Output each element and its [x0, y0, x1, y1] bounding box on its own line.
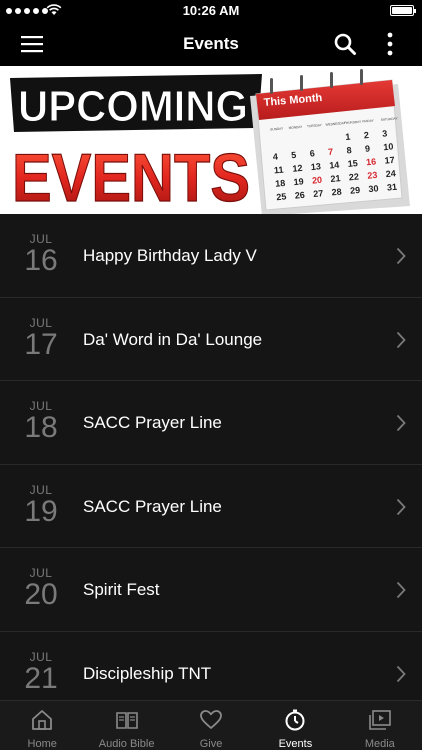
calendar-day: 14 — [329, 160, 340, 171]
event-title: SACC Prayer Line — [83, 413, 222, 432]
event-day: 18 — [24, 411, 58, 444]
chevron-right-icon — [396, 498, 406, 515]
media-icon — [369, 710, 391, 730]
calendar-day: 2 — [363, 130, 369, 140]
events-list: JUL 16 Happy Birthday Lady V JUL 17 Da' … — [0, 214, 422, 700]
calendar-day: 21 — [330, 173, 341, 184]
tab-home[interactable]: Home — [0, 701, 84, 750]
calendar-day: 20 — [312, 175, 323, 186]
calendar-day: 1 — [345, 132, 351, 142]
calendar-day: 6 — [309, 148, 315, 158]
book-icon — [115, 712, 138, 729]
tab-label: Home — [27, 738, 57, 750]
calendar-day: 28 — [331, 187, 342, 198]
calendar-day: 22 — [348, 172, 359, 183]
tab-media[interactable]: Media — [338, 701, 422, 750]
event-day: 19 — [24, 494, 58, 528]
event-title: Happy Birthday Lady V — [83, 246, 257, 265]
chevron-right-icon — [396, 581, 406, 599]
upcoming-events-banner: UPCOMING This Month SUNDAY MONDAY TUESDAY W… — [0, 66, 422, 214]
banner-line2: EVENTS — [12, 140, 250, 214]
banner-line1: UPCOMING — [18, 82, 248, 131]
calendar-day: 17 — [384, 155, 395, 166]
tab-audio-bible[interactable]: Audio Bible — [84, 701, 168, 750]
more-options-button[interactable] — [378, 30, 402, 58]
search-icon — [334, 33, 356, 55]
calendar-day: 8 — [346, 145, 352, 155]
navigation-bar: Events — [0, 22, 422, 66]
event-title: SACC Prayer Line — [83, 496, 222, 516]
event-day: 20 — [24, 578, 58, 611]
tab-label: Media — [364, 738, 395, 750]
calendar-day: 26 — [294, 190, 305, 201]
calendar-day: 31 — [387, 182, 398, 193]
chevron-right-icon — [396, 414, 406, 432]
calendar-day: 23 — [367, 170, 378, 181]
event-day: 17 — [24, 327, 58, 361]
event-row[interactable]: JUL 20 Spirit Fest — [0, 548, 422, 632]
calendar-day: 10 — [383, 141, 394, 152]
calendar-day: 19 — [293, 176, 304, 187]
battery-icon — [390, 5, 416, 16]
upcoming-events-image: UPCOMING This Month SUNDAY MONDAY TUESDAY W… — [0, 66, 422, 214]
chevron-right-icon — [396, 247, 406, 265]
event-title: Discipleship TNT — [83, 663, 212, 683]
calendar-day: 3 — [382, 128, 388, 138]
tab-label: Events — [278, 738, 313, 750]
event-day: 16 — [24, 244, 58, 277]
clock-icon — [285, 709, 305, 731]
tab-label: Audio Bible — [98, 738, 155, 750]
page-title: Events — [183, 34, 239, 53]
heart-icon — [200, 710, 222, 729]
calendar-day: 30 — [368, 183, 379, 194]
event-row[interactable]: JUL 21 Discipleship TNT — [0, 631, 422, 700]
calendar-day: 12 — [292, 163, 303, 174]
chevron-right-icon — [396, 331, 406, 348]
event-title: Da' Word in Da' Lounge — [83, 329, 263, 349]
calendar-day: 5 — [291, 150, 297, 160]
calendar-day: 16 — [366, 156, 377, 167]
event-day: 21 — [24, 661, 58, 695]
calendar-day: 25 — [276, 191, 287, 202]
event-row[interactable]: JUL 17 Da' Word in Da' Lounge — [0, 297, 422, 381]
event-row[interactable]: JUL 18 SACC Prayer Line — [0, 381, 422, 465]
tab-events[interactable]: Events — [253, 701, 337, 750]
chevron-right-icon — [396, 665, 406, 682]
tab-bar: Home Audio Bible Give Events Media — [0, 700, 422, 750]
calendar-day: 18 — [275, 178, 286, 189]
home-icon — [32, 710, 53, 730]
event-row[interactable]: JUL 19 SACC Prayer Line — [0, 464, 422, 548]
event-title: Spirit Fest — [83, 580, 160, 599]
status-bar: 10:26 AM — [0, 0, 422, 22]
calendar-day: 7 — [328, 147, 334, 157]
calendar-day: 13 — [310, 161, 321, 172]
tab-label: Give — [199, 738, 223, 750]
calendar-day: 4 — [272, 151, 278, 161]
event-row[interactable]: JUL 16 Happy Birthday Lady V — [0, 214, 422, 298]
calendar-day: 9 — [365, 143, 371, 153]
calendar-day: 24 — [385, 168, 396, 179]
more-vertical-icon — [387, 32, 393, 56]
calendar-day: 15 — [347, 158, 358, 169]
calendar-day: 27 — [313, 188, 324, 199]
status-time: 10:26 AM — [182, 3, 240, 18]
tab-give[interactable]: Give — [169, 701, 253, 750]
search-button[interactable] — [333, 32, 357, 56]
calendar-day: 11 — [274, 165, 284, 176]
calendar-day: 29 — [350, 185, 361, 196]
